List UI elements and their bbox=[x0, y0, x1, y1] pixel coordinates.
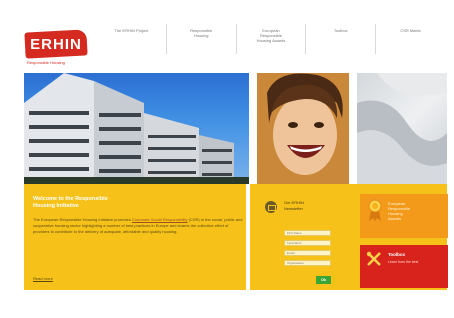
nav-item-project[interactable]: The ERHIN Project bbox=[97, 24, 166, 54]
medal-icon bbox=[368, 199, 382, 221]
erhin-logo[interactable]: ERHIN Responsible Housing bbox=[24, 27, 93, 71]
first-name-field[interactable] bbox=[284, 230, 331, 236]
last-name-field[interactable] bbox=[284, 240, 331, 246]
tools-icon bbox=[366, 251, 381, 266]
welcome-body-intro: The European Responsible Housing Initiat… bbox=[33, 217, 132, 222]
welcome-title: Welcome to the Responsible Housing Initi… bbox=[33, 196, 108, 209]
read-more-link[interactable]: Read more bbox=[33, 276, 53, 281]
hero-building-image bbox=[24, 73, 249, 184]
email-field[interactable] bbox=[284, 250, 331, 256]
logo-tagline: Responsible Housing bbox=[27, 60, 65, 65]
nav-item-toolbox[interactable]: Toolbox bbox=[305, 24, 375, 54]
newsletter-label: Get ERHIN Newsletter bbox=[284, 200, 305, 211]
building-illustration bbox=[24, 73, 249, 184]
portrait-illustration bbox=[257, 73, 349, 184]
awards-card-text: European Responsible Housing Awards bbox=[388, 201, 411, 221]
nav-item-responsible-housing[interactable]: Responsible Housing bbox=[165, 24, 236, 54]
nav-item-csr-matrix[interactable]: CSR Matrix bbox=[375, 24, 445, 54]
hero-portrait-image bbox=[257, 73, 349, 184]
toolbox-card-title: Toolbox bbox=[388, 252, 406, 257]
nav-item-awards[interactable]: European Responsible Housing Awards bbox=[235, 24, 306, 54]
organisation-field[interactable] bbox=[284, 260, 331, 266]
newsletter-submit-button[interactable]: Ok bbox=[316, 276, 331, 284]
logo-text: ERHIN bbox=[30, 36, 82, 53]
welcome-body: The European Responsible Housing Initiat… bbox=[33, 217, 243, 235]
envelope-icon bbox=[265, 201, 277, 213]
csr-link[interactable]: Corporate Social Responsibility bbox=[132, 217, 188, 222]
main-nav: The ERHIN Project Responsible Housing Eu… bbox=[97, 24, 445, 54]
hero-abstract-image bbox=[357, 73, 447, 184]
abstract-illustration bbox=[357, 73, 447, 184]
toolbox-card-subtitle: Learn from the best bbox=[388, 260, 419, 264]
